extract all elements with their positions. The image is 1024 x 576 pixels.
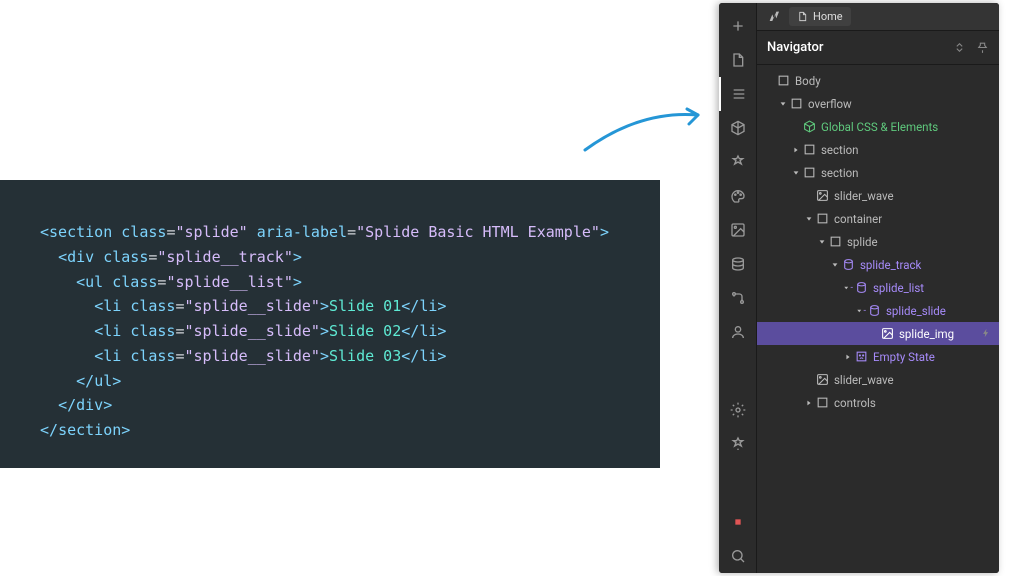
image-icon bbox=[816, 189, 829, 202]
tree-row-container[interactable]: container bbox=[757, 207, 999, 230]
tree-row-body[interactable]: Body bbox=[757, 69, 999, 92]
box-icon bbox=[816, 212, 829, 225]
assets-icon[interactable] bbox=[719, 145, 757, 179]
tree-row-controls[interactable]: controls bbox=[757, 391, 999, 414]
db-icon bbox=[842, 258, 855, 271]
pin-icon[interactable] bbox=[976, 41, 989, 54]
tree-toggle[interactable] bbox=[804, 398, 814, 408]
tree-label: slider_wave bbox=[834, 373, 894, 387]
nav-icon[interactable] bbox=[719, 77, 757, 111]
tree-label: Empty State bbox=[873, 350, 935, 364]
tree-toggle[interactable] bbox=[791, 168, 801, 178]
image-icon[interactable] bbox=[719, 213, 757, 247]
tree-label: section bbox=[821, 143, 859, 157]
tree-toggle bbox=[804, 191, 814, 201]
logic-icon[interactable] bbox=[719, 281, 757, 315]
palette-icon[interactable] bbox=[719, 179, 757, 213]
tree-label: splide bbox=[847, 235, 878, 249]
tree-row-overflow[interactable]: overflow bbox=[757, 92, 999, 115]
tree-toggle[interactable] bbox=[830, 260, 840, 270]
tree-toggle bbox=[869, 329, 879, 339]
tree-label: splide_list bbox=[873, 281, 924, 295]
tree-toggle[interactable] bbox=[778, 99, 788, 109]
tree-toggle[interactable] bbox=[791, 145, 801, 155]
image-icon bbox=[816, 373, 829, 386]
tree-toggle[interactable]: - bbox=[856, 306, 866, 316]
breadcrumb-bar: Home bbox=[757, 3, 999, 31]
tree-label: Body bbox=[795, 74, 821, 88]
box-icon bbox=[803, 143, 816, 156]
tree-label: Global CSS & Elements bbox=[821, 120, 938, 134]
users-icon[interactable] bbox=[719, 315, 757, 349]
components-icon[interactable] bbox=[719, 111, 757, 145]
page-icon[interactable] bbox=[719, 43, 757, 77]
box-icon bbox=[803, 166, 816, 179]
arrow-annotation bbox=[580, 105, 710, 155]
tree-label: container bbox=[834, 212, 882, 226]
panel-title: Navigator bbox=[767, 40, 823, 55]
tree-toggle bbox=[765, 76, 775, 86]
collapse-icon[interactable] bbox=[953, 41, 966, 54]
tree-row-slider-wave[interactable]: slider_wave bbox=[757, 184, 999, 207]
tree-row-section[interactable]: section bbox=[757, 138, 999, 161]
tree-label: splide_img bbox=[899, 327, 954, 341]
bolt-icon bbox=[981, 327, 991, 341]
tree-row-section[interactable]: section bbox=[757, 161, 999, 184]
box-icon bbox=[777, 74, 790, 87]
tree-row-slider-wave[interactable]: slider_wave bbox=[757, 368, 999, 391]
tree-toggle[interactable]: - bbox=[843, 283, 853, 293]
box-icon bbox=[790, 97, 803, 110]
search-icon[interactable] bbox=[719, 539, 757, 573]
empty-icon bbox=[855, 350, 868, 363]
tree-toggle bbox=[804, 375, 814, 385]
audit-icon[interactable] bbox=[719, 505, 757, 539]
help-icon[interactable] bbox=[719, 427, 757, 461]
tree-row-global-css-elements[interactable]: Global CSS & Elements bbox=[757, 115, 999, 138]
tree-row-splide-img[interactable]: splide_img bbox=[757, 322, 999, 345]
tree-row-splide[interactable]: splide bbox=[757, 230, 999, 253]
breadcrumb-home[interactable]: Home bbox=[789, 7, 851, 26]
box-icon bbox=[829, 235, 842, 248]
db-icon bbox=[855, 281, 868, 294]
breadcrumb-home-label: Home bbox=[813, 10, 843, 23]
tree-toggle[interactable] bbox=[804, 214, 814, 224]
image-icon bbox=[881, 327, 894, 340]
tree-label: overflow bbox=[808, 97, 852, 111]
left-icon-rail bbox=[719, 3, 757, 573]
tree-row-splide-track[interactable]: splide_track bbox=[757, 253, 999, 276]
panel-header: Navigator bbox=[757, 31, 999, 65]
tree-label: section bbox=[821, 166, 859, 180]
tree-toggle bbox=[791, 122, 801, 132]
tree-row-empty-state[interactable]: Empty State bbox=[757, 345, 999, 368]
db-icon bbox=[868, 304, 881, 317]
tree-toggle[interactable] bbox=[843, 352, 853, 362]
box-icon bbox=[816, 396, 829, 409]
panel-header-icons bbox=[953, 41, 989, 54]
add-icon[interactable] bbox=[719, 9, 757, 43]
tree-label: controls bbox=[834, 396, 876, 410]
tree-toggle[interactable] bbox=[817, 237, 827, 247]
navigator-tree: Body overflow Global CSS & Elements section… bbox=[757, 65, 999, 573]
tree-label: splide_track bbox=[860, 258, 921, 272]
panel-main: Home Navigator Body overflow Global CSS & … bbox=[757, 3, 999, 573]
settings-icon[interactable] bbox=[719, 393, 757, 427]
tree-label: slider_wave bbox=[834, 189, 894, 203]
cms-icon[interactable] bbox=[719, 247, 757, 281]
webflow-logo-icon bbox=[763, 7, 783, 27]
tree-row-splide-slide[interactable]: - splide_slide bbox=[757, 299, 999, 322]
navigator-panel: Home Navigator Body overflow Global CSS & … bbox=[719, 3, 999, 573]
tree-row-splide-list[interactable]: - splide_list bbox=[757, 276, 999, 299]
cube-icon bbox=[803, 120, 816, 133]
tree-label: splide_slide bbox=[886, 304, 946, 318]
code-block: <section class="splide" aria-label="Spli… bbox=[0, 180, 660, 468]
